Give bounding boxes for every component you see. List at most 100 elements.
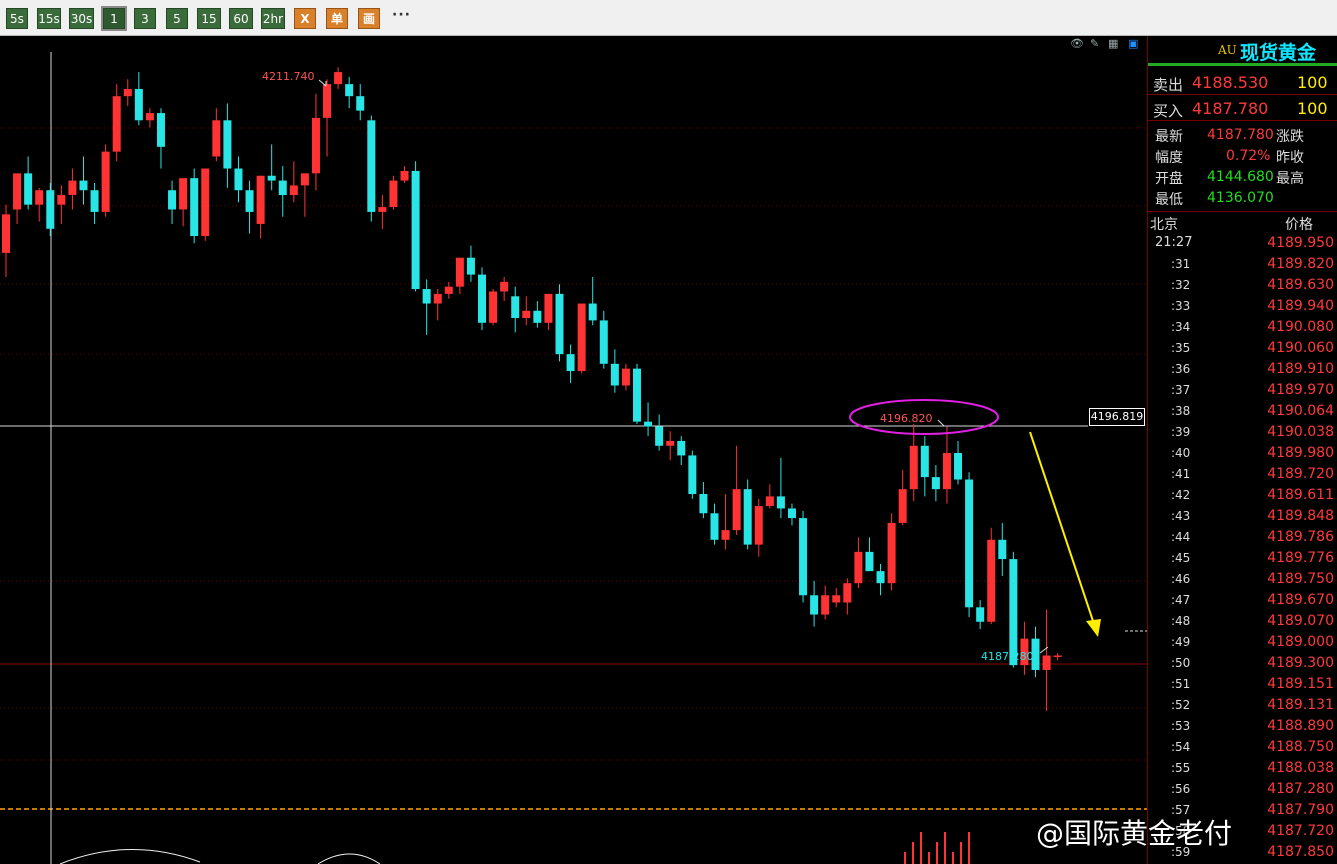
candle-body [422, 289, 431, 304]
period-toolbar: 5s 15s 30s 1 3 5 15 60 2hr X 单 画 ··· [0, 0, 1337, 36]
candle-body [632, 368, 641, 422]
trade-time: :50 [1171, 656, 1191, 670]
range-label: 幅度 [1155, 150, 1183, 166]
period-2hr-button[interactable]: 2hr [261, 8, 285, 29]
trade-time: :42 [1171, 488, 1191, 502]
trade-price: 4188.038 [1267, 760, 1334, 776]
candle-body [644, 421, 653, 427]
sell-volume: 100 [1297, 73, 1328, 92]
grid-icon[interactable]: ▦ [1108, 37, 1118, 50]
buy-row[interactable]: 买入 4187.780 100 [1148, 97, 1337, 121]
sell-row[interactable]: 卖出 4188.530 100 [1148, 71, 1337, 95]
order-icon[interactable]: 单 [326, 8, 348, 29]
pencil-icon[interactable]: ✎ [1090, 37, 1099, 50]
time-sales-row: :54 4188.750 [1148, 738, 1337, 759]
trade-time: :45 [1171, 551, 1191, 565]
candle-body [765, 496, 774, 507]
candle-body [522, 310, 531, 318]
candle-body [300, 173, 309, 186]
candle-body [57, 195, 66, 205]
trade-price: 4189.980 [1267, 445, 1334, 461]
change-label: 涨跌 [1276, 129, 1304, 145]
trade-price: 4189.151 [1267, 676, 1334, 692]
candle-body [821, 595, 830, 615]
instrument-code: AU [1218, 43, 1237, 57]
period-1min-button[interactable]: 1 [101, 6, 127, 31]
candle-body [599, 320, 608, 364]
candle-body [610, 363, 619, 386]
trade-time: :49 [1171, 635, 1191, 649]
draw-tool-icon[interactable]: 画 [358, 8, 380, 29]
time-sales-row: :38 4190.064 [1148, 402, 1337, 423]
candle-body [754, 506, 763, 545]
range-value: 0.72% [1226, 148, 1271, 164]
close-chart-icon[interactable]: X [294, 8, 316, 29]
time-sales-row: :46 4189.750 [1148, 570, 1337, 591]
candle-body [810, 595, 819, 615]
high-marker-arrow [318, 79, 327, 87]
eye-icon[interactable]: 👁 [1070, 37, 1084, 50]
divider [1148, 211, 1337, 212]
trade-time: :51 [1171, 677, 1191, 691]
candle-body [1042, 655, 1051, 670]
period-5s-button[interactable]: 5s [6, 8, 28, 29]
high-label: 最高 [1276, 171, 1304, 187]
candle-body [743, 489, 752, 545]
candle-body [68, 180, 77, 196]
period-15s-button[interactable]: 15s [37, 8, 61, 29]
time-sales-row: :31 4189.820 [1148, 255, 1337, 276]
swing-high-label: 4196.820 [880, 412, 933, 425]
indicator-line [59, 849, 381, 864]
candle-body [699, 493, 708, 514]
candle-body [832, 595, 841, 603]
trade-price: 4189.670 [1267, 592, 1334, 608]
time-sales-row: :55 4188.038 [1148, 759, 1337, 780]
latest-label: 最新 [1155, 129, 1183, 145]
instrument-name: 现货黄金 [1240, 42, 1317, 64]
candle-body [455, 257, 464, 287]
candle-body [35, 190, 44, 205]
latest-price: 4187.780 [1207, 127, 1274, 143]
trade-price: 4189.776 [1267, 550, 1334, 566]
period-5min-button[interactable]: 5 [166, 8, 188, 29]
candle-body [555, 293, 564, 355]
trend-arrow-head [1086, 619, 1101, 637]
candle-body [46, 190, 55, 229]
trade-price: 4189.131 [1267, 697, 1334, 713]
candle-body [931, 477, 940, 490]
candle-body [223, 120, 232, 169]
candle-body [90, 190, 99, 212]
trade-price: 4187.280 [1267, 781, 1334, 797]
open-label: 开盘 [1155, 171, 1183, 187]
candle-body [865, 551, 874, 572]
trade-price: 4189.950 [1267, 235, 1334, 251]
time-sales-row: :47 4189.670 [1148, 591, 1337, 612]
period-3min-button[interactable]: 3 [134, 8, 156, 29]
period-30s-button[interactable]: 30s [69, 8, 94, 29]
trade-time: :39 [1171, 425, 1191, 439]
candle-body [954, 453, 963, 480]
quote-panel: AU 现货黄金 卖出 4188.530 100 买入 4187.780 100 … [1147, 36, 1337, 864]
candle-body [400, 170, 409, 181]
sell-price: 4188.530 [1192, 73, 1269, 92]
candle-body [345, 84, 354, 97]
period-15min-button[interactable]: 15 [197, 8, 221, 29]
candle-body [356, 96, 365, 111]
period-60min-button[interactable]: 60 [229, 8, 253, 29]
candle-body [79, 180, 88, 191]
more-options-button[interactable]: ··· [392, 7, 411, 23]
trade-time: :33 [1171, 299, 1191, 313]
candle-body [677, 440, 686, 456]
low-label: 最低 [1155, 192, 1183, 208]
candle-body [289, 185, 298, 196]
trade-time: :52 [1171, 698, 1191, 712]
window-icon[interactable]: ▣ [1128, 37, 1138, 50]
trade-time: :43 [1171, 509, 1191, 523]
time-sales-row: 21:27 4189.950 [1148, 234, 1337, 255]
buy-label: 买入 [1153, 102, 1184, 120]
time-sales-row: :50 4189.300 [1148, 654, 1337, 675]
candle-body [489, 291, 498, 323]
candlestick-chart[interactable]: 4211.740 4196.820 4187.280 [0, 36, 1147, 864]
candle-body [787, 508, 796, 519]
candle-body [234, 168, 243, 191]
